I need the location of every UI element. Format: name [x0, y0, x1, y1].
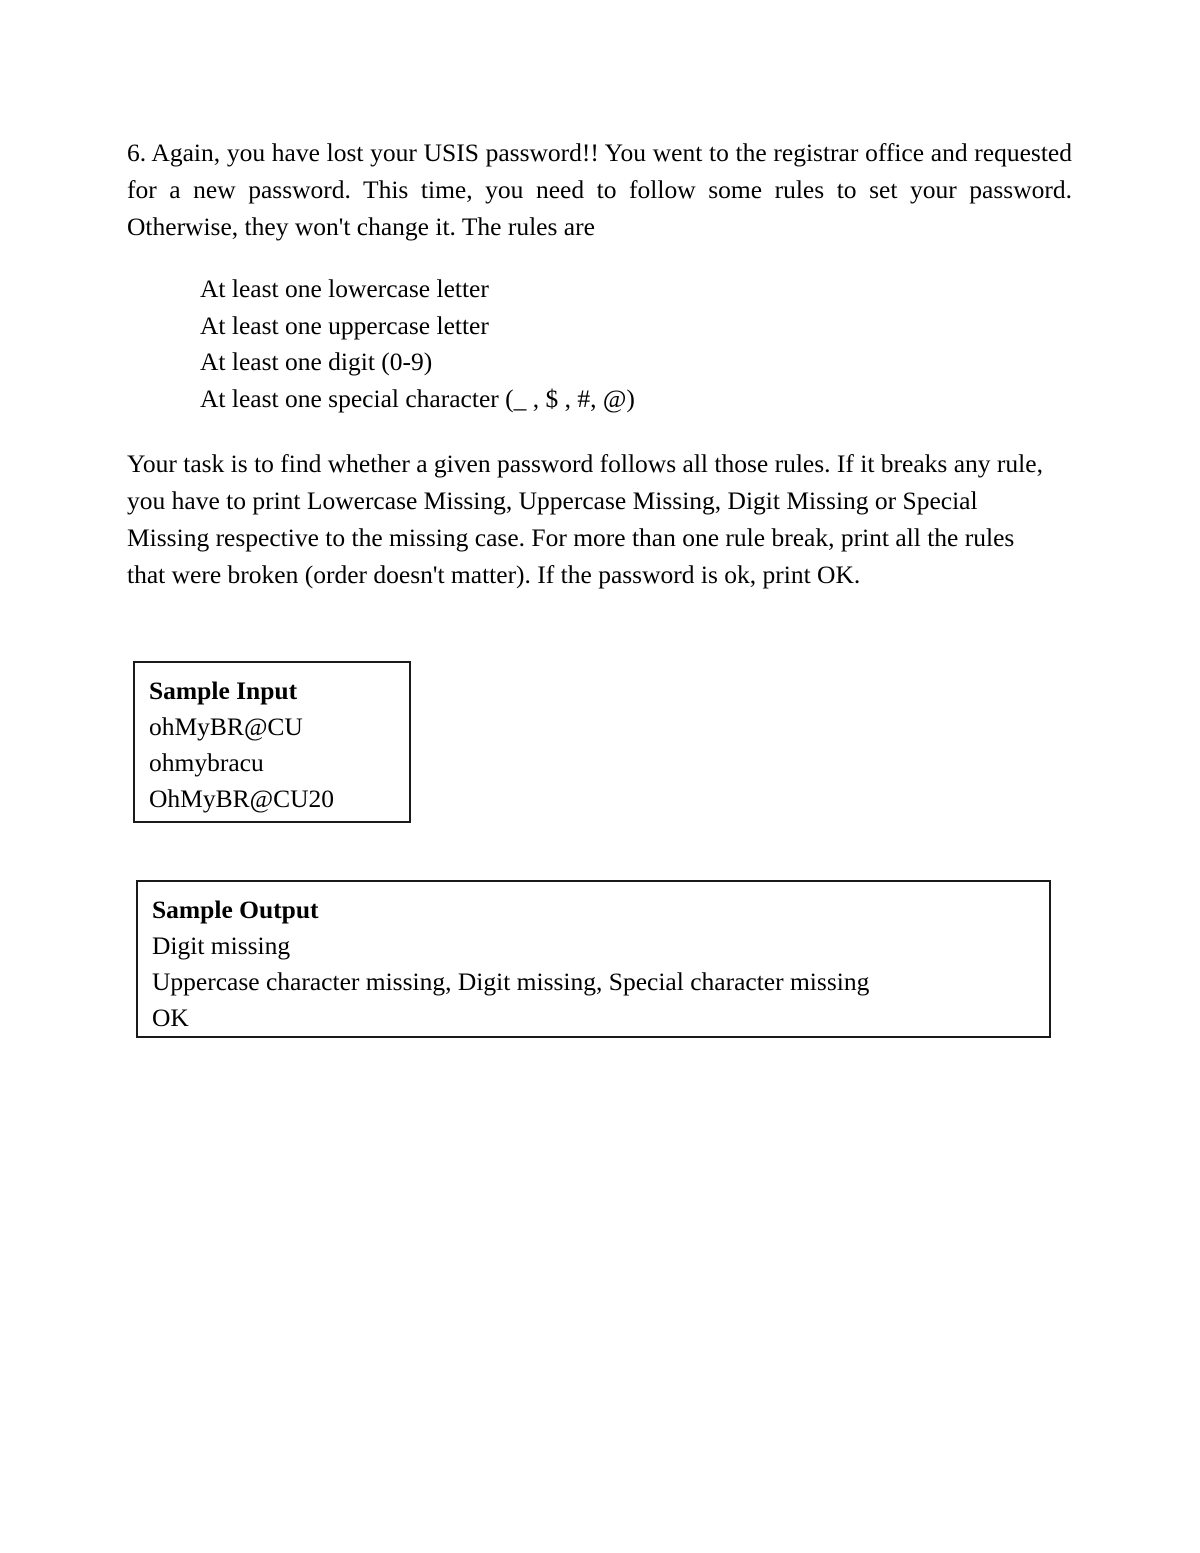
problem-intro-paragraph: 6. Again, you have lost your USIS passwo…	[127, 138, 1072, 241]
sample-output-line-3: OK	[152, 1003, 189, 1032]
rule-item-special-character: At least one special character (_ , $ , …	[200, 383, 635, 413]
rule-item-digit: At least one digit (0-9)	[200, 347, 433, 376]
sample-input-line-2: ohmybracu	[149, 748, 264, 777]
rule-item-lowercase: At least one lowercase letter	[200, 274, 489, 303]
task-description-paragraph: Your task is to find whether a given pas…	[127, 449, 1043, 589]
document-page: 6. Again, you have lost your USIS passwo…	[0, 0, 1200, 1553]
sample-input-title: Sample Input	[149, 676, 298, 705]
document-content: 6. Again, you have lost your USIS passwo…	[127, 134, 1072, 593]
sample-input-box: Sample Input ohMyBR@CU ohmybracu OhMyBR@…	[133, 661, 411, 823]
sample-output-line-1: Digit missing	[152, 931, 291, 960]
sample-output-box: Sample Output Digit missing Uppercase ch…	[136, 880, 1051, 1038]
password-rules-list: At least one lowercase letter At least o…	[200, 271, 1072, 417]
sample-input-line-1: ohMyBR@CU	[149, 712, 303, 741]
rule-item-uppercase: At least one uppercase letter	[200, 310, 489, 340]
sample-output-line-2: Uppercase character missing, Digit missi…	[152, 967, 870, 996]
sample-output-title: Sample Output	[152, 895, 319, 924]
sample-input-line-3: OhMyBR@CU20	[149, 784, 335, 813]
